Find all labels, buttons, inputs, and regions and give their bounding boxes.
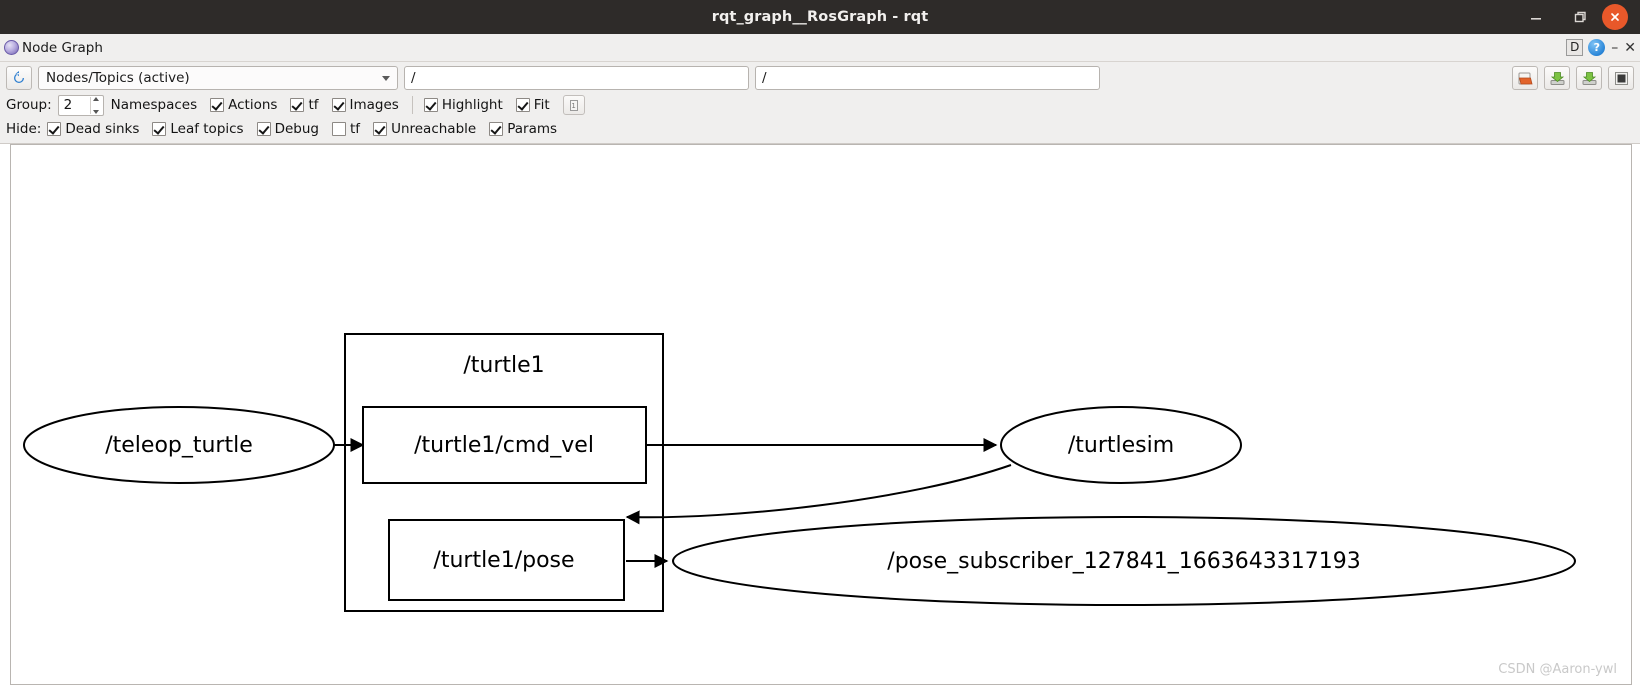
checkbox-dead-sinks-label: Dead sinks — [65, 121, 140, 137]
checkbox-fit[interactable]: Fit — [515, 97, 550, 113]
graph-type-combobox[interactable]: Nodes/Topics (active) — [38, 66, 398, 90]
checkbox-highlight[interactable]: Highlight — [423, 97, 503, 113]
refresh-button[interactable] — [6, 66, 32, 90]
checkbox-unreachable-box[interactable] — [373, 122, 388, 136]
spin-down-icon[interactable] — [93, 109, 100, 114]
save-dot-icon — [1550, 71, 1564, 85]
checkbox-params-label: Params — [507, 121, 558, 137]
group-label: Group: — [6, 97, 52, 113]
dock-close-button[interactable]: ✕ — [1624, 40, 1636, 56]
checkbox-unreachable-label: Unreachable — [391, 121, 477, 137]
toolbar-divider — [411, 96, 413, 114]
checkbox-dead-sinks-box[interactable] — [47, 122, 62, 136]
dock-widget-controls: D ? – ✕ — [1566, 39, 1636, 56]
topic-filter-input[interactable]: / — [755, 66, 1100, 90]
save-image-icon — [1582, 71, 1596, 85]
tab-node-graph[interactable]: Node Graph — [2, 38, 109, 58]
graph-node-cmd-vel-label: /turtle1/cmd_vel — [414, 433, 594, 458]
namespaces-label: Namespaces — [110, 97, 198, 113]
maximize-button[interactable] — [1558, 0, 1602, 34]
checkbox-fit-box[interactable] — [515, 98, 530, 112]
options-row-group: Group: 2 Namespaces Actions tf Images Hi… — [6, 94, 1634, 116]
toolbar-area: Nodes/Topics (active) / / Group: 2 Names… — [0, 62, 1640, 144]
graph-type-value: Nodes/Topics (active) — [46, 70, 190, 86]
options-row-hide: Hide: Dead sinks Leaf topics Debug tf Un… — [6, 119, 1634, 139]
window-title: rqt_graph__RosGraph - rqt — [711, 9, 929, 25]
checkbox-leaf-topics-box[interactable] — [152, 122, 167, 136]
checkbox-fit-label: Fit — [533, 97, 550, 113]
namespace-filter-value: / — [411, 70, 416, 86]
tab-node-graph-label: Node Graph — [22, 39, 103, 56]
topic-filter-value: / — [762, 70, 767, 86]
close-button[interactable] — [1602, 4, 1628, 30]
hide-label: Hide: — [6, 121, 42, 137]
plugin-header: Node Graph D ? – ✕ — [0, 34, 1640, 62]
graph-node-teleop-turtle-label: /teleop_turtle — [105, 433, 253, 458]
spin-up-icon[interactable] — [93, 96, 100, 101]
fit-in-view-button[interactable] — [1608, 66, 1634, 90]
checkbox-images-box[interactable] — [331, 98, 346, 112]
graph-node-pose-label: /turtle1/pose — [433, 548, 574, 573]
group-value: 2 — [63, 97, 73, 113]
spinbox-buttons[interactable] — [89, 96, 102, 114]
window-titlebar: rqt_graph__RosGraph - rqt — [0, 0, 1640, 34]
graph-canvas[interactable]: /turtle1 /teleop_turtle /turtle1/cmd_vel… — [10, 144, 1632, 685]
checkbox-highlight-box[interactable] — [423, 98, 438, 112]
checkbox-debug[interactable]: Debug — [256, 121, 320, 137]
graph-edge-turtlesim-to-pose — [625, 464, 1012, 525]
checkbox-highlight-label: Highlight — [441, 97, 503, 113]
checkbox-images[interactable]: Images — [331, 97, 399, 113]
checkbox-params[interactable]: Params — [489, 121, 557, 137]
checkbox-actions-box[interactable] — [210, 98, 225, 112]
checkbox-unreachable[interactable]: Unreachable — [373, 121, 476, 137]
refresh-icon — [14, 71, 24, 83]
ros-graph-svg[interactable]: /turtle1 /teleop_turtle /turtle1/cmd_vel… — [11, 145, 1631, 684]
checkbox-actions[interactable]: Actions — [210, 97, 277, 113]
checkbox-actions-label: Actions — [228, 97, 278, 113]
minimize-button[interactable] — [1514, 0, 1558, 34]
group-spinbox[interactable]: 2 — [57, 94, 104, 116]
checkbox-debug-box[interactable] — [256, 122, 271, 136]
folder-open-icon — [1518, 72, 1533, 84]
help-icon[interactable]: ? — [1588, 39, 1606, 56]
checkbox-params-box[interactable] — [489, 122, 504, 136]
checkbox-debug-label: Debug — [274, 121, 320, 137]
graph-node-pose-subscriber-label: /pose_subscriber_127841_1663643317193 — [887, 549, 1360, 574]
checkbox-images-label: Images — [349, 97, 399, 113]
checkbox-tf[interactable]: tf — [290, 97, 319, 113]
checkbox-hide-tf-label: tf — [350, 121, 361, 137]
save-dot-button[interactable] — [1544, 66, 1570, 90]
checkbox-hide-tf[interactable]: tf — [332, 121, 360, 137]
zoom-reset-label: 1 — [569, 99, 578, 111]
save-image-button[interactable] — [1576, 66, 1602, 90]
checkbox-leaf-topics-label: Leaf topics — [170, 121, 244, 137]
ros-logo-icon — [4, 40, 19, 55]
fit-in-view-icon — [1614, 71, 1628, 85]
zoom-reset-button[interactable]: 1 — [562, 95, 585, 115]
graph-cluster-turtle1-label: /turtle1 — [463, 353, 544, 378]
dock-detach-button[interactable]: D — [1566, 39, 1584, 56]
watermark: CSDN @Aaron-ywl — [1498, 662, 1617, 677]
checkbox-tf-box[interactable] — [290, 98, 305, 112]
load-dot-button[interactable] — [1512, 66, 1538, 90]
checkbox-tf-label: tf — [308, 97, 319, 113]
namespace-filter-input[interactable]: / — [404, 66, 749, 90]
checkbox-dead-sinks[interactable]: Dead sinks — [47, 121, 139, 137]
graph-node-turtlesim-label: /turtlesim — [1068, 433, 1174, 458]
chevron-down-icon — [382, 76, 390, 81]
window-controls — [1514, 0, 1636, 34]
checkbox-hide-tf-box[interactable] — [332, 122, 347, 136]
checkbox-leaf-topics[interactable]: Leaf topics — [152, 121, 244, 137]
dock-minimize-button[interactable]: – — [1610, 40, 1619, 56]
toolbar-row-top: Nodes/Topics (active) / / — [6, 66, 1634, 90]
